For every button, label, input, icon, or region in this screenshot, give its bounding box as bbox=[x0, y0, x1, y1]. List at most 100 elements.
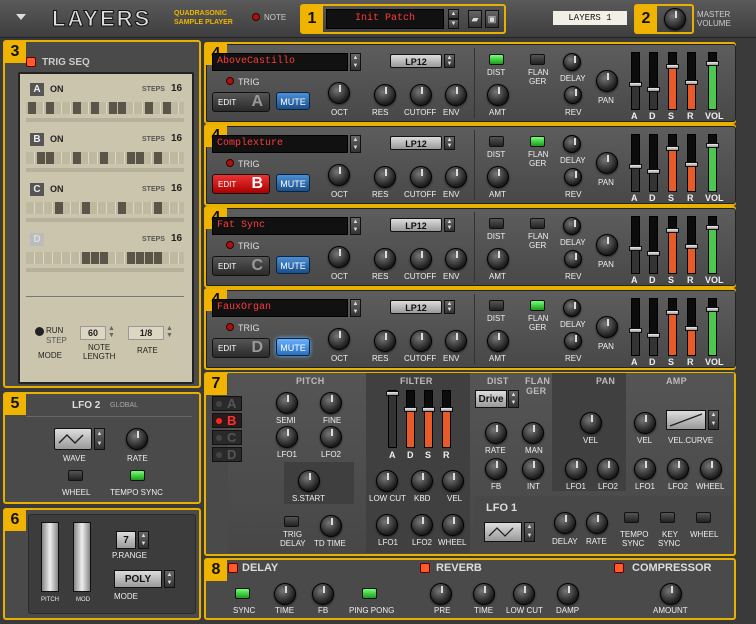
vel-curve-display[interactable] bbox=[666, 410, 706, 430]
filter-type-display[interactable]: LP12 bbox=[390, 54, 442, 68]
rev-send-knob[interactable] bbox=[564, 250, 582, 268]
oct-knob[interactable] bbox=[328, 82, 350, 104]
note-length-value[interactable]: 60 bbox=[80, 326, 106, 340]
layer-edit-button[interactable]: EDIT D bbox=[212, 338, 270, 358]
fader-cap[interactable] bbox=[706, 143, 719, 148]
fine-knob[interactable] bbox=[320, 392, 342, 414]
filter-spinner-icon[interactable]: ▲ ▼ bbox=[444, 300, 455, 314]
trig-seq-led[interactable] bbox=[26, 57, 36, 67]
res-knob[interactable] bbox=[374, 84, 396, 106]
fader-cap[interactable] bbox=[685, 244, 698, 249]
lfo1-wheel-button[interactable] bbox=[696, 512, 711, 523]
dist-button[interactable] bbox=[489, 300, 504, 311]
fader-cap[interactable] bbox=[666, 310, 679, 315]
reverb-damp-knob[interactable] bbox=[557, 583, 579, 605]
rev-send-knob[interactable] bbox=[564, 86, 582, 104]
step-row[interactable] bbox=[26, 152, 184, 164]
patch-select-up-icon[interactable]: ▲ bbox=[448, 9, 459, 19]
adsr-s-fader[interactable] bbox=[666, 216, 679, 274]
delay-send-knob[interactable] bbox=[563, 53, 581, 71]
mute-button[interactable]: MUTE bbox=[276, 338, 310, 356]
drive-spinner-icon[interactable]: ▲ ▼ bbox=[508, 390, 519, 408]
pan-knob[interactable] bbox=[596, 70, 618, 92]
amp-lfo2-knob[interactable] bbox=[667, 458, 689, 480]
filter-lfo1-knob[interactable] bbox=[376, 514, 398, 536]
patch-spinner-icon[interactable]: ▲ ▼ bbox=[350, 53, 361, 71]
master-volume-knob[interactable] bbox=[664, 8, 686, 30]
rate-value[interactable]: 1/8 bbox=[128, 326, 164, 340]
cutoff-knob[interactable] bbox=[410, 166, 432, 188]
filter-wheel-knob[interactable] bbox=[442, 514, 464, 536]
pitch-wheel[interactable] bbox=[41, 522, 59, 592]
pan-knob[interactable] bbox=[596, 152, 618, 174]
edit-tab-d[interactable]: D bbox=[212, 447, 242, 462]
vel-curve-spinner-icon[interactable]: ▲ ▼ bbox=[708, 410, 719, 430]
reverb-low-cut-knob[interactable] bbox=[513, 583, 535, 605]
trig-led[interactable] bbox=[226, 159, 234, 167]
flanger-rate-knob[interactable] bbox=[485, 422, 507, 444]
adsr-vol-fader[interactable] bbox=[706, 134, 719, 192]
step-cell[interactable] bbox=[55, 202, 63, 214]
mute-button[interactable]: MUTE bbox=[276, 256, 310, 274]
pan-lfo2-knob[interactable] bbox=[597, 458, 619, 480]
edit-tab-a[interactable]: A bbox=[212, 396, 242, 411]
step-cell[interactable] bbox=[100, 152, 108, 164]
trig-delay-button[interactable] bbox=[284, 516, 299, 527]
lane-steps-value[interactable]: 16 bbox=[171, 183, 182, 194]
td-time-knob[interactable] bbox=[320, 515, 342, 537]
env-knob[interactable] bbox=[445, 166, 467, 188]
fader-cap[interactable] bbox=[629, 246, 642, 251]
patch-spinner-icon[interactable]: ▲ ▼ bbox=[350, 217, 361, 235]
step-cell[interactable] bbox=[154, 152, 162, 164]
patch-select-down-icon[interactable]: ▼ bbox=[448, 19, 459, 29]
fader-cap[interactable] bbox=[685, 162, 698, 167]
adsr-s-fader[interactable] bbox=[666, 52, 679, 110]
lane-letter-c[interactable]: C bbox=[30, 183, 44, 196]
amt-knob[interactable] bbox=[487, 248, 509, 270]
fader-cap[interactable] bbox=[685, 326, 698, 331]
adsr-d-fader[interactable] bbox=[647, 216, 660, 274]
filter-d-fader[interactable] bbox=[404, 390, 417, 448]
layer-edit-button[interactable]: EDIT B bbox=[212, 174, 270, 194]
adsr-s-fader[interactable] bbox=[666, 134, 679, 192]
mute-button[interactable]: MUTE bbox=[276, 92, 310, 110]
env-knob[interactable] bbox=[445, 330, 467, 352]
delay-led[interactable] bbox=[228, 563, 238, 573]
rate-spinner-icon[interactable]: ▲ ▼ bbox=[166, 325, 173, 339]
adsr-a-fader[interactable] bbox=[629, 134, 642, 192]
adsr-a-fader[interactable] bbox=[629, 52, 642, 110]
oct-knob[interactable] bbox=[328, 328, 350, 350]
cutoff-knob[interactable] bbox=[410, 248, 432, 270]
patch-name-display[interactable]: Init Patch bbox=[326, 9, 444, 29]
adsr-vol-fader[interactable] bbox=[706, 216, 719, 274]
lfo2-rate-knob[interactable] bbox=[126, 428, 148, 450]
fader-cap[interactable] bbox=[386, 391, 399, 396]
flanger-fb-knob[interactable] bbox=[485, 458, 507, 480]
step-cell[interactable] bbox=[127, 252, 135, 264]
flanger-int-knob[interactable] bbox=[522, 458, 544, 480]
reverb-pre-knob[interactable] bbox=[430, 583, 452, 605]
fader-cap[interactable] bbox=[422, 407, 435, 412]
adsr-r-fader[interactable] bbox=[685, 298, 698, 356]
fader-cap[interactable] bbox=[685, 80, 698, 85]
rev-send-knob[interactable] bbox=[564, 332, 582, 350]
step-cell[interactable] bbox=[28, 102, 36, 114]
filter-lfo2-knob[interactable] bbox=[411, 514, 433, 536]
poly-mode-spinner-icon[interactable]: ▲ ▼ bbox=[164, 570, 175, 588]
fader-cap[interactable] bbox=[647, 87, 660, 92]
delay-send-knob[interactable] bbox=[563, 217, 581, 235]
edit-tab-b[interactable]: B bbox=[212, 413, 242, 428]
adsr-vol-fader[interactable] bbox=[706, 298, 719, 356]
layer-edit-button[interactable]: EDIT C bbox=[212, 256, 270, 276]
step-cell[interactable] bbox=[46, 102, 54, 114]
flanger-button[interactable] bbox=[530, 218, 545, 229]
step-cell[interactable] bbox=[109, 102, 117, 114]
lane-letter-d[interactable]: D bbox=[30, 233, 44, 246]
step-cell[interactable] bbox=[73, 102, 81, 114]
lfo1-wave-selector[interactable] bbox=[484, 522, 522, 542]
step-cell[interactable] bbox=[127, 152, 135, 164]
lfo1-key-sync-button[interactable] bbox=[660, 512, 675, 523]
lane-steps-value[interactable]: 16 bbox=[171, 83, 182, 94]
filter-type-display[interactable]: LP12 bbox=[390, 300, 442, 314]
step-cell[interactable] bbox=[154, 252, 162, 264]
